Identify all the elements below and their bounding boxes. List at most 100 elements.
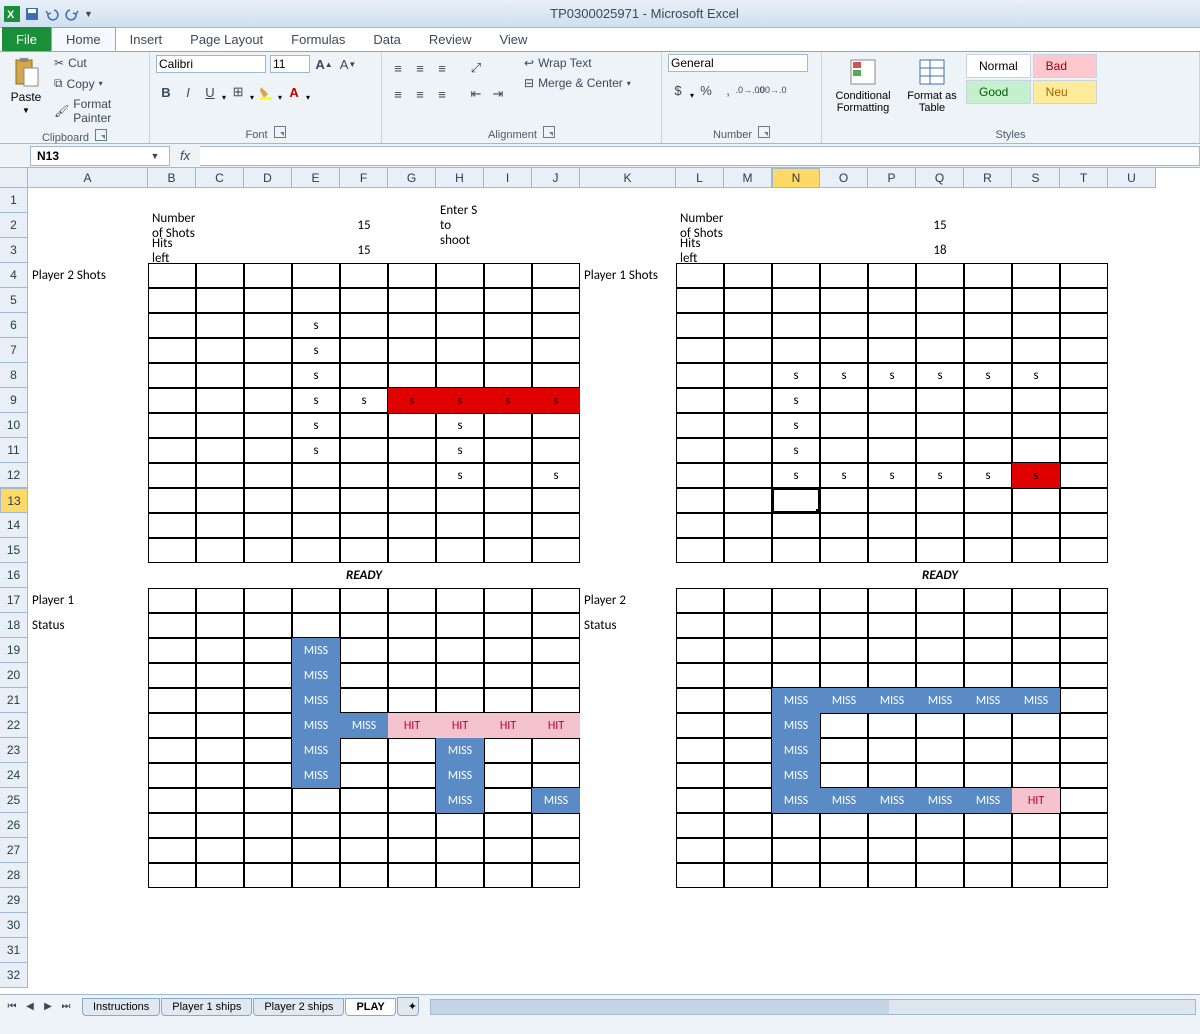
cell-P4[interactable] — [868, 263, 916, 288]
cell-I14[interactable] — [484, 513, 532, 538]
cell-C5[interactable] — [196, 288, 244, 313]
cell-S18[interactable] — [1012, 613, 1060, 638]
cell-D24[interactable] — [244, 763, 292, 788]
cell-C12[interactable] — [196, 463, 244, 488]
col-header-D[interactable]: D — [244, 168, 292, 188]
cell-E5[interactable] — [292, 288, 340, 313]
cell-O17[interactable] — [820, 588, 868, 613]
cell-M27[interactable] — [724, 838, 772, 863]
cell-F28[interactable] — [340, 863, 388, 888]
cell-Q7[interactable] — [916, 338, 964, 363]
cell-M7[interactable] — [724, 338, 772, 363]
cell-F14[interactable] — [340, 513, 388, 538]
cell-S14[interactable] — [1012, 513, 1060, 538]
cell-C8[interactable] — [196, 363, 244, 388]
cell-P5[interactable] — [868, 288, 916, 313]
cell-P11[interactable] — [868, 438, 916, 463]
row-header-8[interactable]: 8 — [0, 363, 28, 388]
col-header-O[interactable]: O — [820, 168, 868, 188]
cell-R26[interactable] — [964, 813, 1012, 838]
cell-R25[interactable]: MISS — [964, 788, 1012, 813]
cell-N28[interactable] — [772, 863, 820, 888]
col-header-I[interactable]: I — [484, 168, 532, 188]
cell-P25[interactable]: MISS — [868, 788, 916, 813]
decrease-indent-button[interactable]: ⇤ — [466, 84, 486, 104]
cell-O26[interactable] — [820, 813, 868, 838]
cell-R24[interactable] — [964, 763, 1012, 788]
cell-R23[interactable] — [964, 738, 1012, 763]
cell-D26[interactable] — [244, 813, 292, 838]
cell-P7[interactable] — [868, 338, 916, 363]
cell-H2[interactable]: Enter S to shoot — [436, 213, 484, 238]
row-header-5[interactable]: 5 — [0, 288, 28, 313]
cell-G23[interactable] — [388, 738, 436, 763]
cell-I17[interactable] — [484, 588, 532, 613]
cell-P18[interactable] — [868, 613, 916, 638]
row-header-6[interactable]: 6 — [0, 313, 28, 338]
cell-M4[interactable] — [724, 263, 772, 288]
row-header-10[interactable]: 10 — [0, 413, 28, 438]
cell-M9[interactable] — [724, 388, 772, 413]
save-icon[interactable] — [24, 6, 40, 22]
cell-S24[interactable] — [1012, 763, 1060, 788]
cell-R12[interactable]: s — [964, 463, 1012, 488]
row-header-29[interactable]: 29 — [0, 888, 28, 913]
align-top-button[interactable]: ≡ — [388, 58, 408, 78]
col-header-N[interactable]: N — [772, 168, 820, 188]
cell-L15[interactable] — [676, 538, 724, 563]
cell-O11[interactable] — [820, 438, 868, 463]
cell-F18[interactable] — [340, 613, 388, 638]
cell-S8[interactable]: s — [1012, 363, 1060, 388]
cell-F27[interactable] — [340, 838, 388, 863]
col-header-J[interactable]: J — [532, 168, 580, 188]
row-header-17[interactable]: 17 — [0, 588, 28, 613]
cell-P9[interactable] — [868, 388, 916, 413]
cell-B26[interactable] — [148, 813, 196, 838]
cell-E24[interactable]: MISS — [292, 763, 340, 788]
shrink-font-button[interactable]: A▼ — [338, 54, 358, 74]
cell-M6[interactable] — [724, 313, 772, 338]
align-bottom-button[interactable]: ≡ — [432, 58, 452, 78]
cell-B11[interactable] — [148, 438, 196, 463]
cell-D9[interactable] — [244, 388, 292, 413]
cell-C18[interactable] — [196, 613, 244, 638]
row-header-15[interactable]: 15 — [0, 538, 28, 563]
cell-E8[interactable]: s — [292, 363, 340, 388]
cell-K18[interactable]: Status — [580, 613, 676, 638]
cell-G26[interactable] — [388, 813, 436, 838]
cell-S10[interactable] — [1012, 413, 1060, 438]
cell-J20[interactable] — [532, 663, 580, 688]
merge-center-button[interactable]: ⊟ Merge & Center ▾ — [520, 74, 635, 92]
cell-S22[interactable] — [1012, 713, 1060, 738]
cell-I13[interactable] — [484, 488, 532, 513]
col-header-G[interactable]: G — [388, 168, 436, 188]
cell-G14[interactable] — [388, 513, 436, 538]
cell-R10[interactable] — [964, 413, 1012, 438]
cell-D22[interactable] — [244, 713, 292, 738]
cell-E27[interactable] — [292, 838, 340, 863]
cell-L3[interactable]: Hits left — [676, 238, 724, 263]
cell-C23[interactable] — [196, 738, 244, 763]
cell-T22[interactable] — [1060, 713, 1108, 738]
sheet-nav-first[interactable]: ⏮ — [4, 999, 20, 1015]
cell-O22[interactable] — [820, 713, 868, 738]
cell-B27[interactable] — [148, 838, 196, 863]
cell-G27[interactable] — [388, 838, 436, 863]
cell-G6[interactable] — [388, 313, 436, 338]
cell-N13[interactable] — [772, 488, 820, 513]
cell-K4[interactable]: Player 1 Shots — [580, 263, 676, 288]
cell-T17[interactable] — [1060, 588, 1108, 613]
cell-C28[interactable] — [196, 863, 244, 888]
select-all-corner[interactable] — [0, 168, 28, 188]
cell-H11[interactable]: s — [436, 438, 484, 463]
orientation-button[interactable]: ⤢ — [466, 58, 486, 78]
font-size-select[interactable] — [270, 55, 310, 73]
conditional-formatting-button[interactable]: Conditional Formatting — [828, 54, 898, 116]
cell-H10[interactable]: s — [436, 413, 484, 438]
cell-B14[interactable] — [148, 513, 196, 538]
cell-P8[interactable]: s — [868, 363, 916, 388]
cell-M13[interactable] — [724, 488, 772, 513]
cell-P14[interactable] — [868, 513, 916, 538]
cut-button[interactable]: ✂ Cut — [50, 54, 143, 72]
cell-L12[interactable] — [676, 463, 724, 488]
